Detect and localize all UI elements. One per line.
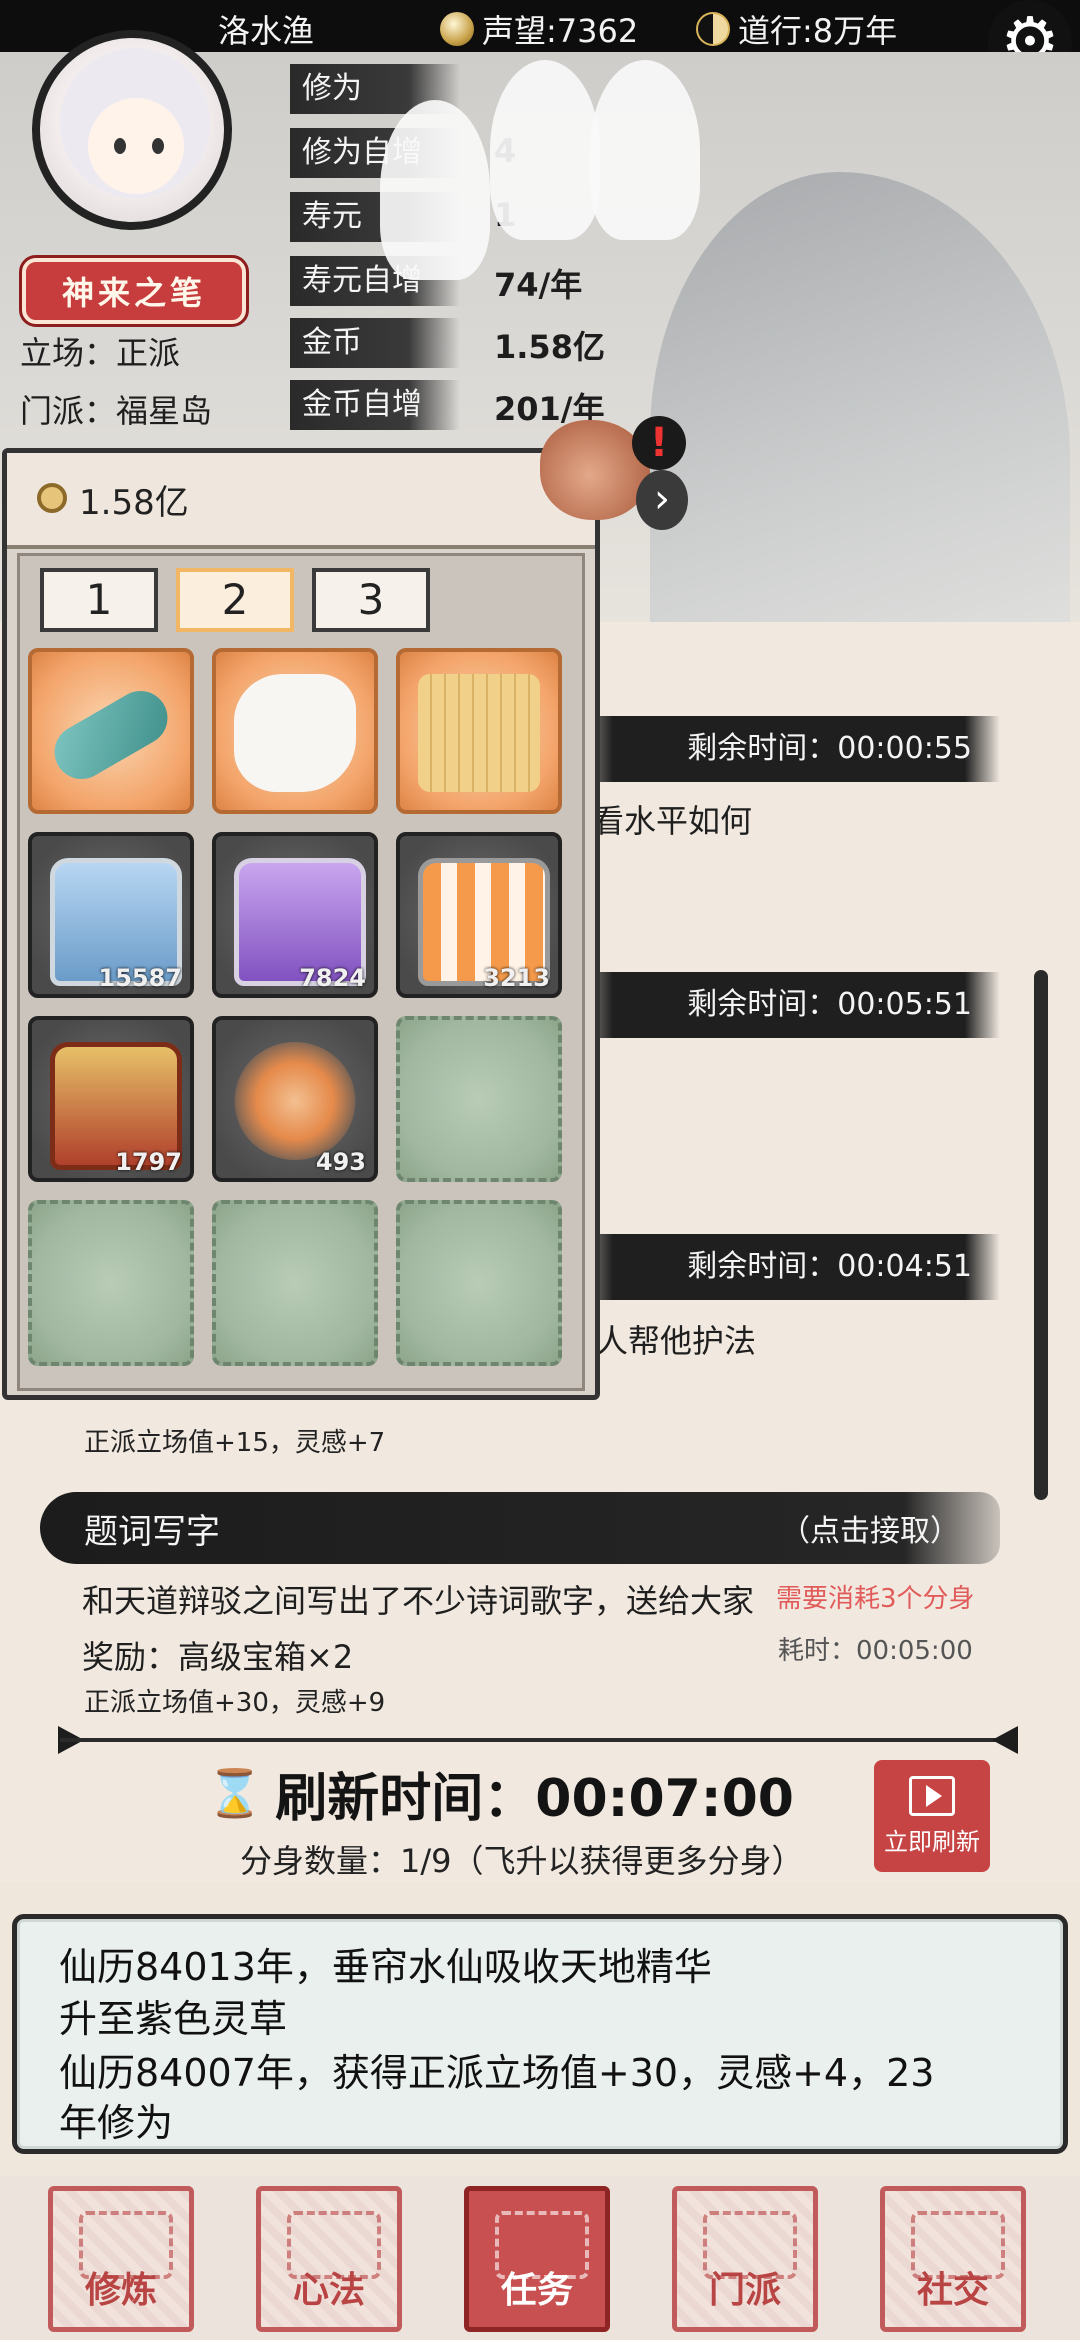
- quest-timer: 剩余时间：00:04:51: [560, 1234, 1000, 1300]
- inventory-slot[interactable]: [396, 648, 562, 814]
- reputation-text: 声望:7362: [482, 12, 639, 50]
- daoxing: 道行:8万年: [696, 6, 897, 52]
- sect-seal-icon: [703, 2211, 797, 2279]
- log-line: 升至紫色灵草: [59, 1997, 288, 2041]
- nav-sect[interactable]: 门派: [672, 2186, 818, 2332]
- inventory-grid: 1 2 3 15587 7824 3213 1797 493: [17, 553, 585, 1391]
- quest-timer: 剩余时间：00:00:55: [560, 716, 1000, 782]
- paper-icon: [234, 674, 356, 792]
- quest-timer: 剩余时间：00:05:51: [560, 972, 1000, 1038]
- refresh-now-label: 立即刷新: [884, 1827, 980, 1856]
- clone-count: 分身数量：1/9（飞升以获得更多分身）: [240, 1842, 804, 1880]
- nav-social[interactable]: 社交: [880, 2186, 1026, 2332]
- clone-figure: [490, 60, 600, 240]
- inventory-slot[interactable]: 3213: [396, 832, 562, 998]
- event-log[interactable]: 仙历84013年，垂帘水仙吸收天地精华 升至紫色灵草 仙历84007年，获得正派…: [12, 1914, 1068, 2154]
- divider: [60, 1738, 1010, 1742]
- tasks-seal-icon: [495, 2211, 589, 2279]
- player-name: 洛水渔: [218, 6, 314, 52]
- taiji-icon: [696, 12, 730, 46]
- quest-description: 看水平如何: [592, 802, 753, 840]
- avatar-eye: [152, 138, 164, 154]
- player-name-text: 洛水渔: [218, 12, 315, 50]
- inventory-slot-empty[interactable]: [212, 1200, 378, 1366]
- daoxing-text: 道行:8万年: [738, 12, 898, 50]
- stat-value-gold: 1.58亿: [494, 328, 605, 366]
- item-count: 3213: [483, 964, 550, 992]
- quest-duration: 耗时：00:05:00: [778, 1636, 973, 1666]
- quest-description: 和天道辩驳之间写出了不少诗词歌字，送给大家: [82, 1582, 755, 1620]
- refresh-now-button[interactable]: 立即刷新: [874, 1760, 990, 1872]
- stance-text: 立场：正派: [20, 334, 181, 372]
- clone-figures: [380, 60, 760, 280]
- inventory-tab-1[interactable]: 1: [40, 568, 158, 632]
- divider-right-arrow-icon: [992, 1726, 1018, 1754]
- list-scrollbar[interactable]: [1034, 970, 1048, 1500]
- title-badge[interactable]: 神来之笔: [19, 255, 249, 327]
- inventory-header: 1.58亿: [7, 453, 595, 549]
- inventory-slot-empty[interactable]: [396, 1200, 562, 1366]
- inventory-slot[interactable]: 1797: [28, 1016, 194, 1182]
- inventory-slot-empty[interactable]: [396, 1016, 562, 1182]
- quest-reward-detail: 正派立场值+15，灵感+7: [84, 1428, 386, 1458]
- refresh-time-label: 刷新时间：00:07:00: [275, 1769, 794, 1829]
- stat-value-lifespan-rate: 74/年: [494, 266, 583, 304]
- nav-tasks[interactable]: 任务: [464, 2186, 610, 2332]
- quest-reward: 奖励：高级宝箱×2: [82, 1638, 354, 1676]
- inventory-slot[interactable]: [28, 648, 194, 814]
- item-count: 493: [315, 1148, 366, 1176]
- bottom-nav: 修炼 心法 任务 门派 社交: [0, 2176, 1080, 2340]
- quest-cost: 需要消耗3个分身: [776, 1584, 975, 1614]
- quest-description: 人帮他护法: [596, 1322, 757, 1360]
- cultivate-seal-icon: [79, 2211, 173, 2279]
- coin-total: 1.58亿: [79, 483, 189, 523]
- inventory-panel[interactable]: 1.58亿 1 2 3 15587 7824 3213 1797 493: [2, 448, 600, 1400]
- item-count: 7824: [299, 964, 366, 992]
- log-line: 仙历84013年，垂帘水仙吸收天地精华: [59, 1945, 712, 1989]
- log-line: 年修为: [59, 2101, 174, 2145]
- item-count: 15587: [98, 964, 183, 992]
- item-count: 1797: [115, 1148, 182, 1176]
- reputation-icon: [440, 12, 474, 46]
- reputation: 声望:7362: [440, 6, 638, 52]
- avatar[interactable]: [32, 30, 232, 230]
- sect-text: 门派：福星岛: [20, 392, 213, 430]
- inventory-tab-3[interactable]: 3: [312, 568, 430, 632]
- swirl-orb-icon: [234, 1042, 356, 1160]
- coin-icon: [37, 483, 67, 513]
- accept-quest-link[interactable]: （点击接取）: [780, 1506, 960, 1550]
- chevron-right-icon[interactable]: ›: [636, 470, 688, 530]
- stat-label-gold: 金币: [290, 318, 460, 368]
- social-seal-icon: [911, 2211, 1005, 2279]
- inventory-slot-empty[interactable]: [28, 1200, 194, 1366]
- bamboo-scroll-icon: [418, 674, 540, 792]
- nav-methods[interactable]: 心法: [256, 2186, 402, 2332]
- inventory-slot[interactable]: 15587: [28, 832, 194, 998]
- hourglass-icon: ⌛: [206, 1766, 264, 1820]
- quest-title-bar[interactable]: 题词写字 （点击接取）: [40, 1492, 1000, 1564]
- avatar-eye: [114, 138, 126, 154]
- scroll-icon: [44, 681, 178, 789]
- clone-figure: [590, 60, 700, 240]
- inventory-slot[interactable]: 7824: [212, 832, 378, 998]
- avatar-face: [88, 98, 184, 194]
- clone-figure: [380, 100, 490, 280]
- stat-label-gold-rate: 金币自增: [290, 380, 460, 430]
- inventory-slot[interactable]: [212, 648, 378, 814]
- refresh-timer: ⌛ 刷新时间：00:07:00: [206, 1756, 794, 1831]
- methods-seal-icon: [287, 2211, 381, 2279]
- nav-cultivate[interactable]: 修炼: [48, 2186, 194, 2332]
- quest-title: 题词写字: [84, 1512, 220, 1552]
- play-icon: [909, 1775, 955, 1816]
- alert-icon: !: [632, 416, 686, 470]
- inventory-tab-2[interactable]: 2: [176, 568, 294, 632]
- inventory-slot[interactable]: 493: [212, 1016, 378, 1182]
- log-line: 仙历84007年，获得正派立场值+30，灵感+4，23: [59, 2051, 935, 2095]
- quest-reward-detail: 正派立场值+30，灵感+9: [84, 1688, 386, 1718]
